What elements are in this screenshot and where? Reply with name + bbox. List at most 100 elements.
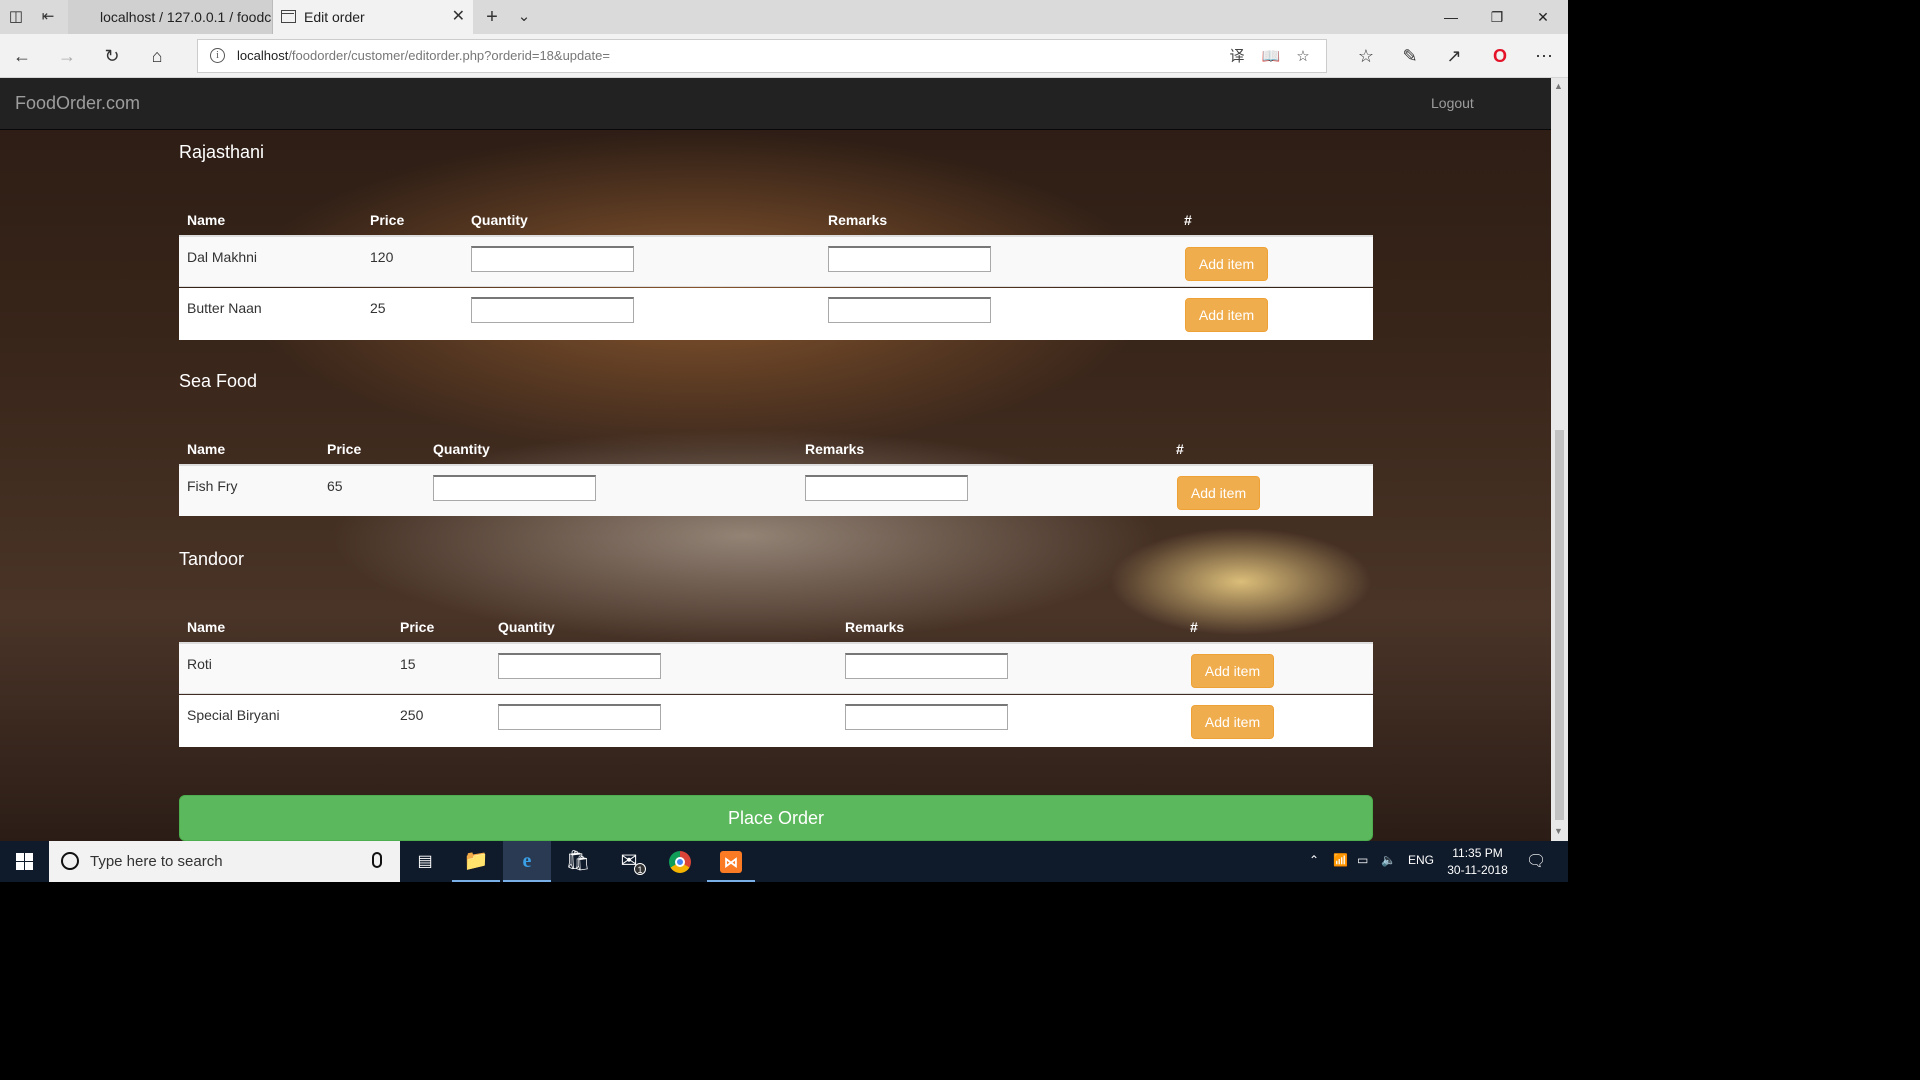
favorites-hub-icon[interactable]: ☆ [1354, 44, 1378, 68]
quantity-input[interactable] [498, 653, 661, 679]
col-quantity: Quantity [471, 212, 528, 228]
add-item-button[interactable]: Add item [1185, 247, 1268, 281]
new-tab-icon[interactable]: + [482, 7, 502, 27]
col-hash: # [1184, 212, 1192, 228]
battery-icon[interactable]: ▭ [1357, 853, 1368, 867]
taskbar: Type here to search ▤ 📁 e 🛍 ✉ 1 ⋈ ⌃ 📶 ▭ 🔈… [0, 841, 1568, 882]
add-item-button[interactable]: Add item [1185, 298, 1268, 332]
place-order-button[interactable]: Place Order [179, 795, 1373, 841]
quantity-input[interactable] [471, 297, 634, 323]
clock-time: 11:35 PM [1452, 846, 1503, 860]
chrome-icon[interactable] [656, 841, 704, 882]
site-navbar: FoodOrder.com Logout [0, 78, 1551, 130]
mail-badge: 1 [634, 863, 646, 875]
row-divider [179, 286, 1373, 287]
scroll-up-icon[interactable]: ▲ [1554, 81, 1563, 91]
xampp-icon[interactable]: ⋈ [707, 841, 755, 882]
table-row: Roti 15 Add item [179, 642, 1373, 694]
remarks-input[interactable] [845, 653, 1008, 679]
microphone-icon[interactable] [372, 852, 382, 868]
window-close-icon[interactable]: ✕ [1520, 0, 1566, 34]
tab-edit-order[interactable]: Edit order ✕ [273, 0, 473, 34]
language-indicator[interactable]: ENG [1408, 853, 1434, 867]
col-name: Name [187, 212, 226, 228]
clock-date: 30-11-2018 [1447, 863, 1508, 877]
col-price: Price [327, 441, 362, 457]
more-menu-icon[interactable]: ⋯ [1532, 44, 1556, 68]
scroll-thumb[interactable] [1555, 430, 1564, 820]
reading-view-icon[interactable]: 📖 [1260, 46, 1282, 68]
store-icon[interactable]: 🛍 [554, 841, 602, 882]
browser-toolbar: ← → ↻ ⌂ i localhost/foodorder/customer/e… [0, 34, 1568, 78]
add-item-button[interactable]: Add item [1177, 476, 1260, 510]
site-info-icon[interactable]: i [210, 48, 225, 63]
scroll-down-icon[interactable]: ▼ [1554, 826, 1563, 836]
taskbar-clock[interactable]: 11:35 PM 30-11-2018 [1440, 845, 1515, 879]
cortana-icon [61, 852, 79, 870]
add-item-button[interactable]: Add item [1191, 705, 1274, 739]
page-scrollbar[interactable]: ▲ ▼ [1551, 78, 1568, 841]
translate-icon[interactable]: 译 [1226, 46, 1248, 68]
search-placeholder: Type here to search [90, 853, 223, 870]
quantity-input[interactable] [471, 246, 634, 272]
col-price: Price [400, 619, 435, 635]
logout-link[interactable]: Logout [1431, 95, 1474, 111]
network-icon[interactable]: 📶 [1333, 853, 1348, 867]
remarks-input[interactable] [845, 704, 1008, 730]
col-quantity: Quantity [498, 619, 555, 635]
windows-start-icon[interactable] [0, 841, 48, 882]
refresh-icon[interactable]: ↻ [100, 44, 124, 68]
remarks-input[interactable] [828, 246, 991, 272]
page-icon [281, 10, 296, 23]
tab-preview-chevron-icon[interactable]: ⌄ [514, 7, 534, 27]
action-center-icon[interactable]: 🗨 [1526, 851, 1546, 871]
quantity-input[interactable] [433, 475, 596, 501]
item-price: 250 [400, 707, 424, 723]
item-name: Roti [187, 656, 212, 672]
item-name: Dal Makhni [187, 249, 258, 265]
section-title-rajasthani: Rajasthani [179, 142, 265, 162]
row-divider [179, 693, 1373, 694]
volume-icon[interactable]: 🔈 [1381, 853, 1396, 867]
favorite-star-icon[interactable]: ☆ [1292, 46, 1314, 68]
opera-extension-icon[interactable]: O [1488, 44, 1512, 68]
remarks-input[interactable] [828, 297, 991, 323]
col-name: Name [187, 619, 226, 635]
back-icon[interactable]: ← [10, 44, 34, 68]
item-name: Butter Naan [187, 300, 262, 316]
task-view-icon[interactable]: ▤ [401, 841, 449, 882]
quantity-input[interactable] [498, 704, 661, 730]
file-explorer-icon[interactable]: 📁 [452, 841, 500, 882]
edge-browser-icon[interactable]: e [503, 841, 551, 882]
minimize-icon[interactable]: — [1428, 0, 1474, 34]
item-price: 120 [370, 249, 394, 265]
share-icon[interactable]: ↗ [1442, 44, 1466, 68]
col-hash: # [1176, 441, 1184, 457]
brand-link[interactable]: FoodOrder.com [15, 93, 140, 114]
col-remarks: Remarks [805, 441, 865, 457]
restore-icon[interactable]: ❐ [1474, 0, 1520, 34]
taskbar-search[interactable]: Type here to search [49, 841, 400, 882]
tab-phpmyadmin[interactable]: localhost / 127.0.0.1 / foodc [68, 0, 273, 34]
home-icon[interactable]: ⌂ [145, 44, 169, 68]
table-row: Butter Naan 25 Add item [179, 288, 1373, 340]
mail-icon[interactable]: ✉ 1 [605, 841, 653, 882]
table-header: Name Price Quantity Remarks # [179, 435, 1373, 465]
close-tab-icon[interactable]: ✕ [452, 0, 465, 34]
forward-icon[interactable]: → [55, 44, 79, 68]
url-text: localhost/foodorder/customer/editorder.p… [237, 48, 610, 63]
tab-sets-icon[interactable]: ◫ [6, 7, 26, 27]
col-quantity: Quantity [433, 441, 490, 457]
set-tabs-aside-icon[interactable]: ⇤ [38, 7, 58, 27]
add-item-button[interactable]: Add item [1191, 654, 1274, 688]
col-remarks: Remarks [828, 212, 888, 228]
col-hash: # [1190, 619, 1198, 635]
address-bar[interactable]: i localhost/foodorder/customer/editorder… [197, 39, 1327, 73]
show-hidden-icons-chevron-icon[interactable]: ⌃ [1309, 853, 1319, 867]
table-row: Fish Fry 65 Add item [179, 464, 1373, 516]
page-viewport: FoodOrder.com Logout Rajasthani Name Pri… [0, 78, 1551, 841]
web-note-icon[interactable]: ✎ [1398, 44, 1422, 68]
col-name: Name [187, 441, 226, 457]
table-row: Dal Makhni 120 Add item [179, 235, 1373, 287]
remarks-input[interactable] [805, 475, 968, 501]
